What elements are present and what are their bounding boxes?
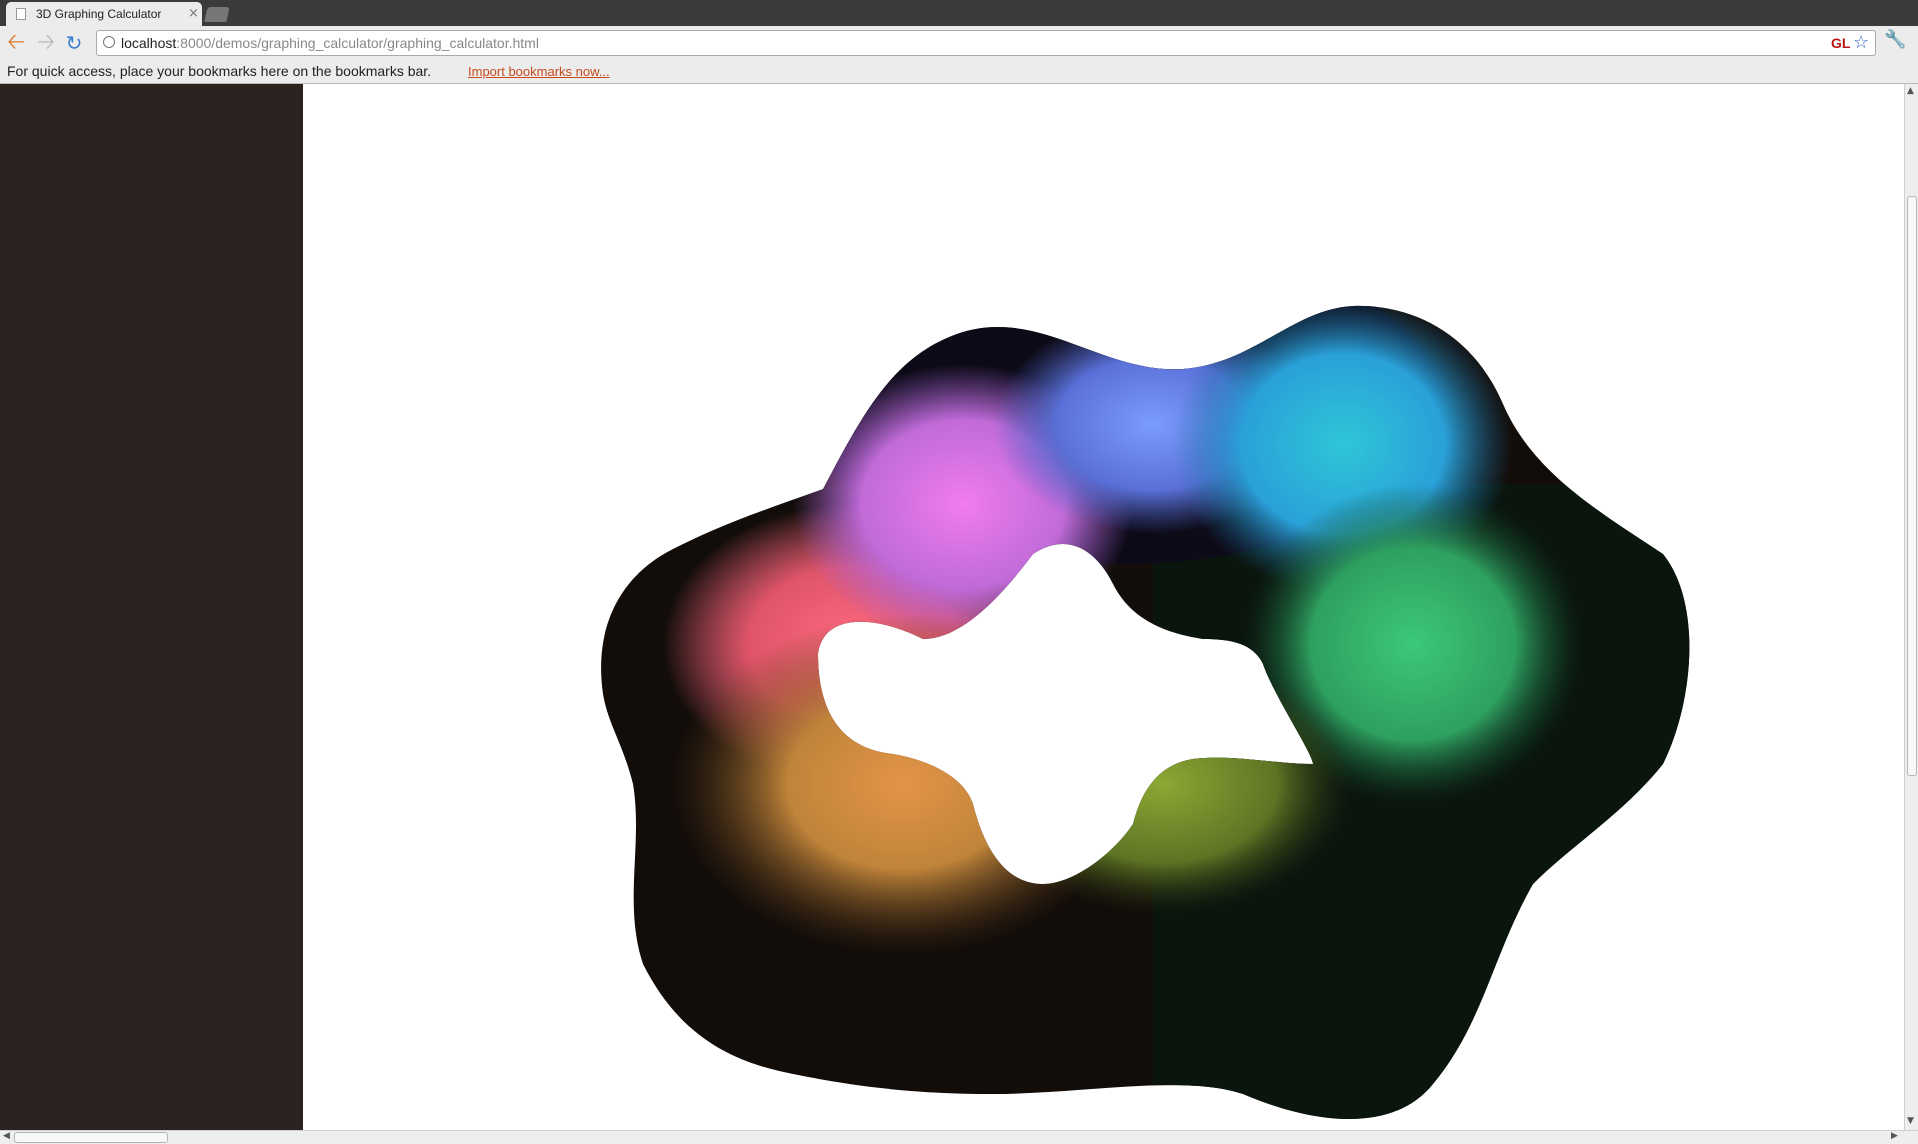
tab-title: 3D Graphing Calculator [36, 7, 162, 21]
star-icon[interactable]: ☆ [1853, 32, 1869, 53]
new-tab-button[interactable] [204, 7, 230, 22]
import-bookmarks-link[interactable]: Import bookmarks now... [468, 64, 610, 79]
vertical-scrollbar[interactable]: ▲ ▼ [1904, 84, 1918, 1130]
scroll-right-icon[interactable]: ▶ [1891, 1131, 1898, 1141]
tab-graphing-calculator[interactable]: 3D Graphing Calculator × [6, 2, 202, 26]
torus-surface [601, 305, 1690, 1119]
toolbar: 🡠 🡢 ↻ localhost:8000/demos/graphing_calc… [0, 26, 1918, 60]
vertical-scroll-thumb[interactable] [1907, 196, 1917, 776]
reload-icon[interactable]: ↻ [62, 31, 86, 55]
webgl-badge[interactable]: GL [1831, 35, 1850, 51]
horizontal-scrollbar[interactable]: ◀ ▶ [0, 1130, 1918, 1144]
bookmarks-prompt: For quick access, place your bookmarks h… [7, 63, 432, 79]
url-host: localhost [121, 35, 177, 51]
url-path: :8000/demos/graphing_calculator/graphing… [176, 35, 539, 51]
horizontal-scroll-thumb[interactable] [14, 1132, 168, 1143]
globe-icon[interactable] [103, 36, 115, 48]
page-icon [16, 8, 26, 20]
forward-arrow-icon[interactable]: 🡢 [34, 31, 58, 55]
sidebar-panel [0, 84, 303, 1130]
back-arrow-icon[interactable]: 🡠 [4, 31, 28, 55]
wrench-icon[interactable]: 🔧 [1884, 29, 1906, 50]
3d-surface-render[interactable] [303, 84, 1904, 1130]
scroll-down-icon[interactable]: ▼ [1907, 1116, 1914, 1126]
bookmarks-bar: For quick access, place your bookmarks h… [0, 60, 1918, 84]
graph-canvas[interactable] [303, 84, 1904, 1130]
address-bar[interactable]: localhost:8000/demos/graphing_calculator… [96, 30, 1876, 56]
close-icon[interactable]: × [188, 6, 199, 21]
tab-strip: 3D Graphing Calculator × [0, 0, 1918, 26]
scroll-left-icon[interactable]: ◀ [3, 1131, 10, 1141]
scroll-up-icon[interactable]: ▲ [1907, 86, 1914, 96]
url-text[interactable]: localhost:8000/demos/graphing_calculator… [121, 35, 539, 51]
